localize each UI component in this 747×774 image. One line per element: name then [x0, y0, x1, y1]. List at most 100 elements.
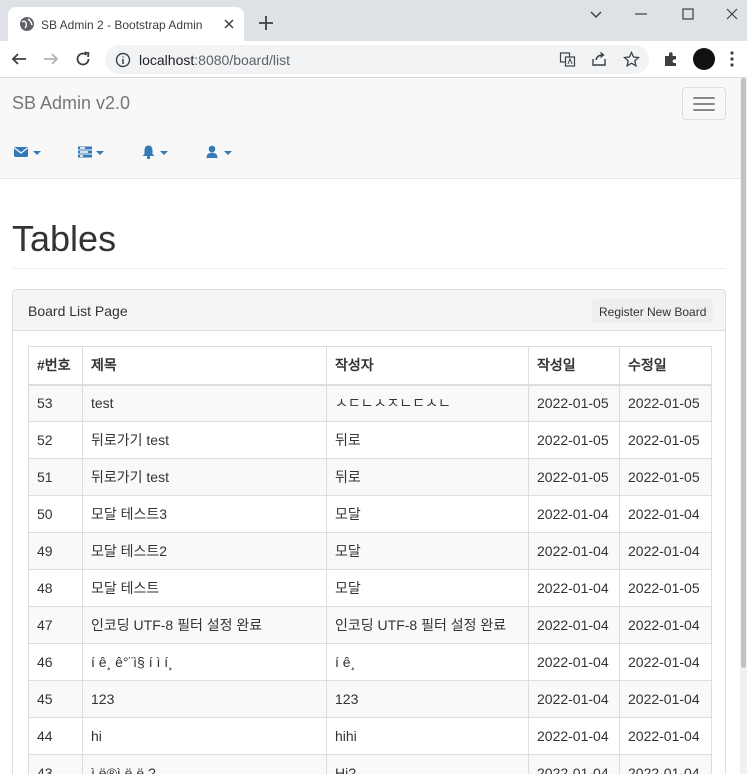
browser-tabstrip: SB Admin 2 - Bootstrap Admin [0, 0, 747, 41]
table-row[interactable]: 43 ì ë®ì ë ë ? Hi? 2022-01-04 2022-01-04 [28, 754, 712, 774]
cell-updatedate: 2022-01-05 [619, 384, 712, 422]
table-row[interactable]: 50 모달 테스트3 모달 2022-01-04 2022-01-04 [28, 495, 712, 533]
translate-icon[interactable] [559, 51, 576, 68]
back-arrow-icon[interactable] [10, 50, 28, 68]
cell-writer: 123 [326, 680, 529, 718]
cell-updatedate: 2022-01-05 [619, 569, 712, 607]
cell-title[interactable]: 모달 테스트3 [82, 495, 327, 533]
maximize-icon[interactable] [678, 4, 698, 24]
table-row[interactable]: 46 í ê¸ ê°¨ì§ í ì í¸ í ê¸ 2022-01-04 2022-01… [28, 643, 712, 681]
caret-down-icon [33, 151, 41, 155]
url-path: :8080/board/list [194, 52, 290, 68]
cell-no: 53 [28, 384, 83, 422]
tab-search-chevron-icon[interactable] [586, 4, 606, 24]
cell-updatedate: 2022-01-04 [619, 754, 712, 774]
cell-title[interactable]: hi [82, 717, 327, 755]
cell-no: 45 [28, 680, 83, 718]
cell-title[interactable]: í ê¸ ê°¨ì§ í ì í¸ [82, 643, 327, 681]
share-icon[interactable] [591, 51, 608, 68]
caret-down-icon [96, 151, 104, 155]
new-tab-plus-icon[interactable] [257, 14, 275, 32]
cell-regdate: 2022-01-04 [528, 606, 620, 644]
register-new-board-button[interactable]: Register New Board [592, 299, 714, 323]
cell-regdate: 2022-01-04 [528, 569, 620, 607]
cell-regdate: 2022-01-05 [528, 458, 620, 496]
cell-no: 43 [28, 754, 83, 774]
table-row[interactable]: 53 test ㅅㄷㄴㅅㅈㄴㄷㅅㄴ 2022-01-05 2022-01-05 [28, 384, 712, 422]
page-title: Tables [12, 218, 117, 259]
cell-title[interactable]: 뒤로가기 test [82, 421, 327, 459]
table-row[interactable]: 51 뒤로가기 test 뒤로 2022-01-05 2022-01-05 [28, 458, 712, 496]
cell-writer: hihi [326, 717, 529, 755]
cell-title[interactable]: test [82, 384, 327, 422]
cell-title[interactable]: 모달 테스트2 [82, 532, 327, 570]
extensions-puzzle-icon[interactable] [662, 50, 680, 68]
board-table-wrapper: #번호 제목 작성자 작성일 수정일 53 test ㅅㄷㄴㅅㅈㄴㄷㅅㄴ 2022-0… [28, 346, 712, 774]
cell-regdate: 2022-01-04 [528, 717, 620, 755]
address-bar[interactable]: localhost:8080/board/list [105, 45, 649, 74]
hamburger-bar [693, 97, 715, 99]
tasks-dropdown[interactable] [78, 144, 108, 160]
cell-updatedate: 2022-01-04 [619, 680, 712, 718]
cell-updatedate: 2022-01-04 [619, 495, 712, 533]
table-row[interactable]: 48 모달 테스트 모달 2022-01-04 2022-01-05 [28, 569, 712, 607]
cell-title[interactable]: 모달 테스트 [82, 569, 327, 607]
bell-icon [142, 145, 155, 160]
column-header-updatedate: 수정일 [619, 346, 712, 386]
cell-regdate: 2022-01-04 [528, 643, 620, 681]
cell-title[interactable]: 뒤로가기 test [82, 458, 327, 496]
url-text[interactable]: localhost:8080/board/list [139, 51, 290, 69]
cell-writer: Hi? [326, 754, 529, 774]
cell-writer: 뒤로 [326, 458, 529, 496]
table-row[interactable]: 52 뒤로가기 test 뒤로 2022-01-05 2022-01-05 [28, 421, 712, 459]
table-row[interactable]: 47 인코딩 UTF-8 필터 설정 완료 인코딩 UTF-8 필터 설정 완료 20… [28, 606, 712, 644]
page-header: Tables [12, 217, 726, 269]
info-icon[interactable] [115, 52, 131, 68]
browser-tab[interactable]: SB Admin 2 - Bootstrap Admin [8, 7, 244, 41]
alerts-dropdown[interactable] [142, 144, 172, 160]
reload-icon[interactable] [74, 50, 92, 68]
envelope-icon [14, 147, 28, 157]
cell-updatedate: 2022-01-04 [619, 532, 712, 570]
browser-toolbar: localhost:8080/board/list [0, 41, 747, 78]
hamburger-bar [693, 109, 715, 111]
table-row[interactable]: 44 hi hihi 2022-01-04 2022-01-04 [28, 717, 712, 755]
cell-title[interactable]: 인코딩 UTF-8 필터 설정 완료 [82, 606, 327, 644]
cell-no: 46 [28, 643, 83, 681]
navbar-brand[interactable]: SB Admin v2.0 [12, 92, 130, 114]
cell-writer: 뒤로 [326, 421, 529, 459]
bookmark-star-icon[interactable] [623, 51, 640, 68]
cell-no: 51 [28, 458, 83, 496]
globe-icon [20, 17, 34, 31]
minimize-icon[interactable] [631, 4, 651, 24]
panel-title: Board List Page [28, 303, 128, 319]
profile-avatar[interactable] [693, 48, 715, 70]
more-vertical-icon[interactable] [729, 50, 735, 68]
cell-title[interactable]: ì ë®ì ë ë ? [82, 754, 327, 774]
cell-no: 52 [28, 421, 83, 459]
cell-updatedate: 2022-01-05 [619, 421, 712, 459]
panel-heading: Board List Page Register New Board [13, 290, 725, 331]
cell-regdate: 2022-01-05 [528, 384, 620, 422]
user-icon [206, 145, 218, 158]
cell-updatedate: 2022-01-04 [619, 643, 712, 681]
navbar-toggle-button[interactable] [682, 87, 726, 120]
cell-regdate: 2022-01-04 [528, 532, 620, 570]
table-row[interactable]: 45 123 123 2022-01-04 2022-01-04 [28, 680, 712, 718]
cell-regdate: 2022-01-04 [528, 680, 620, 718]
table-header-row: #번호 제목 작성자 작성일 수정일 [28, 346, 712, 386]
user-dropdown[interactable] [206, 144, 236, 160]
cell-regdate: 2022-01-05 [528, 421, 620, 459]
messages-dropdown[interactable] [14, 144, 44, 160]
cell-no: 44 [28, 717, 83, 755]
cell-writer: ㅅㄷㄴㅅㅈㄴㄷㅅㄴ [326, 384, 529, 422]
forward-arrow-icon[interactable] [42, 50, 60, 68]
close-icon[interactable] [222, 17, 236, 31]
window-close-icon[interactable] [722, 4, 742, 24]
tasks-icon [78, 146, 92, 158]
page-viewport: SB Admin v2.0 Tables Board List Page Reg… [0, 78, 747, 774]
scrollbar-thumb[interactable] [741, 78, 746, 668]
table-row[interactable]: 49 모달 테스트2 모달 2022-01-04 2022-01-04 [28, 532, 712, 570]
cell-title[interactable]: 123 [82, 680, 327, 718]
cell-no: 48 [28, 569, 83, 607]
